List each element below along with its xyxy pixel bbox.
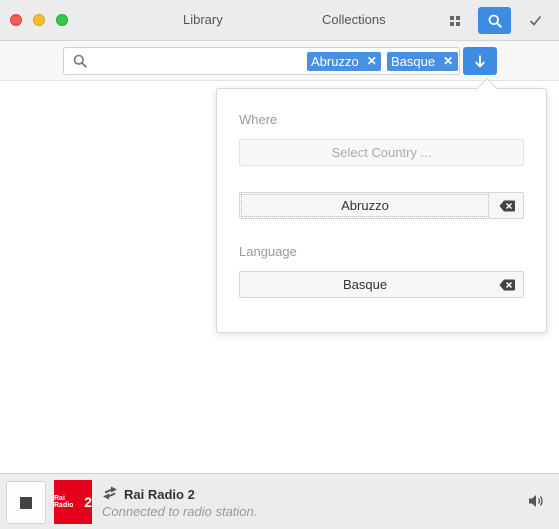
stop-button[interactable] xyxy=(6,481,46,524)
language-field[interactable]: Basque xyxy=(239,271,524,298)
language-value: Basque xyxy=(342,277,388,292)
backspace-icon[interactable] xyxy=(499,200,515,212)
remove-tag-icon[interactable]: ✕ xyxy=(443,52,453,71)
station-logo: Rai Radio 2 xyxy=(54,480,92,524)
tab-collections[interactable]: Collections xyxy=(322,12,386,27)
filter-tag-label: Basque xyxy=(391,54,436,69)
done-button[interactable] xyxy=(522,8,548,32)
remove-tag-icon[interactable]: ✕ xyxy=(367,52,377,71)
volume-icon[interactable] xyxy=(528,494,544,508)
search-box[interactable]: Abruzzo ✕ Basque ✕ xyxy=(63,47,460,75)
search-toggle-button[interactable] xyxy=(478,7,511,34)
region-value: Abruzzo xyxy=(241,194,489,217)
language-label: Language xyxy=(239,244,297,259)
stop-icon xyxy=(20,496,32,509)
filter-tag[interactable]: Basque ✕ xyxy=(387,52,458,71)
search-toolbar: Abruzzo ✕ Basque ✕ xyxy=(0,41,559,81)
connection-status: Connected to radio station. xyxy=(102,504,258,519)
where-label: Where xyxy=(239,112,278,127)
country-select[interactable]: Select Country ... xyxy=(239,139,524,166)
search-input[interactable] xyxy=(94,51,334,71)
title-bar: Library Collections xyxy=(0,0,559,41)
search-icon xyxy=(73,54,87,68)
filter-dropdown-button[interactable] xyxy=(463,47,497,75)
grid-icon xyxy=(450,16,460,26)
logo-number: 2 xyxy=(84,494,92,510)
search-icon xyxy=(488,14,502,28)
grid-view-button[interactable] xyxy=(442,9,468,33)
connection-arrows-icon xyxy=(103,486,117,500)
tab-library[interactable]: Library xyxy=(183,12,223,27)
logo-text: Rai Radio xyxy=(54,495,74,509)
checkmark-icon xyxy=(529,15,541,26)
filter-tag[interactable]: Abruzzo ✕ xyxy=(307,52,381,71)
filter-popover: Where Select Country ... Abruzzo Languag… xyxy=(216,78,547,333)
window-maximize-button[interactable] xyxy=(56,14,68,26)
arrow-down-icon xyxy=(474,55,486,68)
backspace-icon[interactable] xyxy=(499,279,515,291)
station-name: Rai Radio 2 xyxy=(124,487,195,502)
popover-arrow xyxy=(477,78,497,98)
player-bar: Rai Radio 2 Rai Radio 2 Connected to rad… xyxy=(0,473,559,529)
window-close-button[interactable] xyxy=(10,14,22,26)
window-minimize-button[interactable] xyxy=(33,14,45,26)
filter-tag-label: Abruzzo xyxy=(311,54,359,69)
region-field[interactable]: Abruzzo xyxy=(239,192,524,219)
